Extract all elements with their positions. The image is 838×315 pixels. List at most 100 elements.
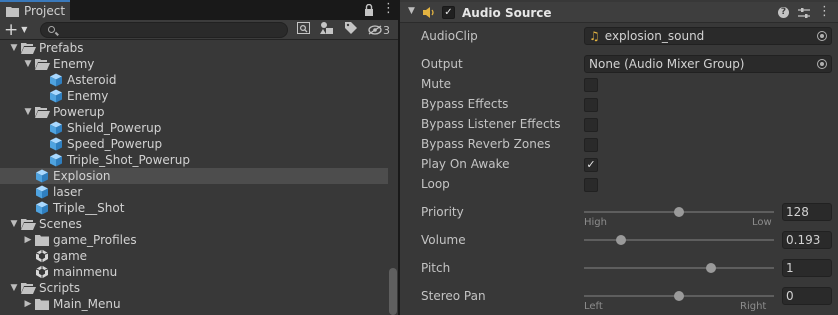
audio-clip-value: explosion_sound (604, 29, 705, 43)
folder-icon (34, 297, 50, 311)
object-picker-icon[interactable] (817, 31, 827, 41)
project-tree: ▼ Prefabs ▼ Enemy Asteroid Enemy ▼ Powerup Shiel… (0, 40, 388, 315)
collapsed-arrow-icon[interactable]: ▶ (22, 232, 34, 248)
plus-icon: + (4, 19, 19, 40)
tree-item[interactable]: ▶ Main_Menu (0, 296, 388, 312)
toggle-checkbox[interactable] (584, 78, 598, 92)
tree-item-label: Enemy (67, 89, 109, 103)
tree-item-label: laser (53, 185, 83, 199)
tree-item[interactable]: Triple_Shot_Powerup (0, 152, 388, 168)
create-menu-button[interactable]: + ▼ (4, 21, 34, 38)
expanded-arrow-icon[interactable]: ▼ (8, 280, 20, 296)
prefab-icon (48, 89, 64, 103)
slider-knob[interactable] (615, 235, 626, 245)
tree-item[interactable]: ▼ Scripts (0, 280, 388, 296)
tree-item-label: Asteroid (67, 73, 117, 87)
folder-open-icon (20, 41, 36, 55)
slider-knob[interactable] (674, 207, 684, 217)
tree-item[interactable]: ▼ Enemy (0, 56, 388, 72)
filter-by-type-icon[interactable] (318, 22, 336, 38)
folder-open-icon (34, 57, 50, 71)
slider-value-field[interactable]: 128 (782, 203, 832, 221)
output-value: None (Audio Mixer Group) (589, 57, 745, 71)
slider-value-field[interactable]: 1 (782, 259, 832, 277)
slider-track[interactable] (584, 267, 774, 269)
unity-scene-icon (34, 249, 50, 263)
search-input[interactable] (61, 24, 281, 36)
toggle-checkbox[interactable]: ✓ (584, 158, 598, 172)
kebab-menu-icon[interactable]: ⋮ (382, 1, 395, 16)
slider-max-label: Right (740, 301, 767, 312)
help-icon[interactable]: ? (778, 7, 789, 18)
folder-icon (34, 233, 50, 247)
tree-item[interactable]: Speed_Powerup (0, 136, 388, 152)
tree-item[interactable]: Explosion (0, 168, 388, 184)
slider-min-label: Left (584, 301, 603, 312)
tree-item[interactable]: ▼ Powerup (0, 104, 388, 120)
tree-item-label: Powerup (53, 105, 105, 119)
slider-knob[interactable] (674, 291, 684, 301)
tree-item[interactable]: laser (0, 184, 388, 200)
tree-scrollbar-thumb[interactable] (389, 268, 397, 315)
foldout-arrow-icon[interactable]: ▼ (408, 6, 415, 16)
tree-item-label: Scenes (39, 217, 82, 231)
audio-source-header[interactable]: ▼ ✓ Audio Source ? ⋮ (400, 2, 838, 23)
tree-item-label: Enemy (53, 57, 95, 71)
project-tab[interactable]: Project (0, 0, 70, 20)
expanded-arrow-icon[interactable]: ▼ (8, 216, 20, 232)
search-icon (48, 26, 55, 33)
hidden-packages-icon[interactable]: 3 (368, 22, 396, 38)
tree-item[interactable]: Asteroid (0, 72, 388, 88)
tree-item[interactable]: game (0, 248, 388, 264)
tree-item[interactable]: ▼ Prefabs (0, 40, 388, 56)
tree-item-label: Triple__Shot (53, 201, 125, 215)
tree-item-label: game (53, 249, 88, 263)
lock-icon[interactable] (364, 4, 374, 16)
project-tab-bar: Project ⋮ (0, 0, 398, 20)
toggle-checkbox[interactable] (584, 118, 598, 132)
kebab-menu-icon[interactable]: ⋮ (818, 4, 831, 19)
audio-clip-field[interactable]: ♫ explosion_sound (584, 27, 832, 45)
tree-item[interactable]: ▶ game_Profiles (0, 232, 388, 248)
slider-track[interactable] (584, 239, 774, 241)
prefab-icon (48, 121, 64, 135)
toggle-checkbox[interactable] (584, 178, 598, 192)
tree-item-label: Shield_Powerup (67, 121, 162, 135)
audio-clip-icon: ♫ (589, 29, 600, 43)
unity-scene-icon (34, 265, 50, 279)
folder-icon (6, 6, 19, 17)
tree-item[interactable]: Shield_Powerup (0, 120, 388, 136)
project-toolbar: + ▼ 3 (0, 20, 398, 40)
project-panel: Project ⋮ + ▼ 3 ▼ Prefabs ▼ Enemy Asteroid En… (0, 0, 398, 315)
slider-value-field[interactable]: 0 (782, 287, 832, 305)
toggle-checkbox[interactable] (584, 98, 598, 112)
slider-knob[interactable] (705, 263, 716, 273)
prefab-icon (48, 73, 64, 87)
search-field[interactable] (40, 22, 288, 38)
slider-value-field[interactable]: 0.193 (782, 231, 832, 249)
toggle-label: Bypass Listener Effects (421, 117, 561, 131)
expanded-arrow-icon[interactable]: ▼ (22, 56, 34, 72)
component-enabled-checkbox[interactable]: ✓ (442, 6, 455, 19)
object-picker-icon[interactable] (817, 59, 827, 69)
tree-item[interactable]: mainmenu (0, 264, 388, 280)
collapsed-arrow-icon[interactable]: ▶ (22, 296, 34, 312)
expanded-arrow-icon[interactable]: ▼ (8, 40, 20, 56)
tree-item[interactable]: Triple__Shot (0, 200, 388, 216)
tag-icon[interactable] (342, 22, 360, 38)
tree-item[interactable]: Enemy (0, 88, 388, 104)
expanded-arrow-icon[interactable]: ▼ (22, 104, 34, 120)
slider-label: Volume (421, 233, 466, 247)
search-by-type-icon[interactable] (294, 22, 312, 38)
tree-item[interactable]: ▼ Scenes (0, 216, 388, 232)
preset-icon[interactable] (798, 7, 810, 19)
output-field[interactable]: None (Audio Mixer Group) (584, 55, 832, 73)
component-title: Audio Source (462, 6, 552, 20)
toggle-checkbox[interactable] (584, 138, 598, 152)
